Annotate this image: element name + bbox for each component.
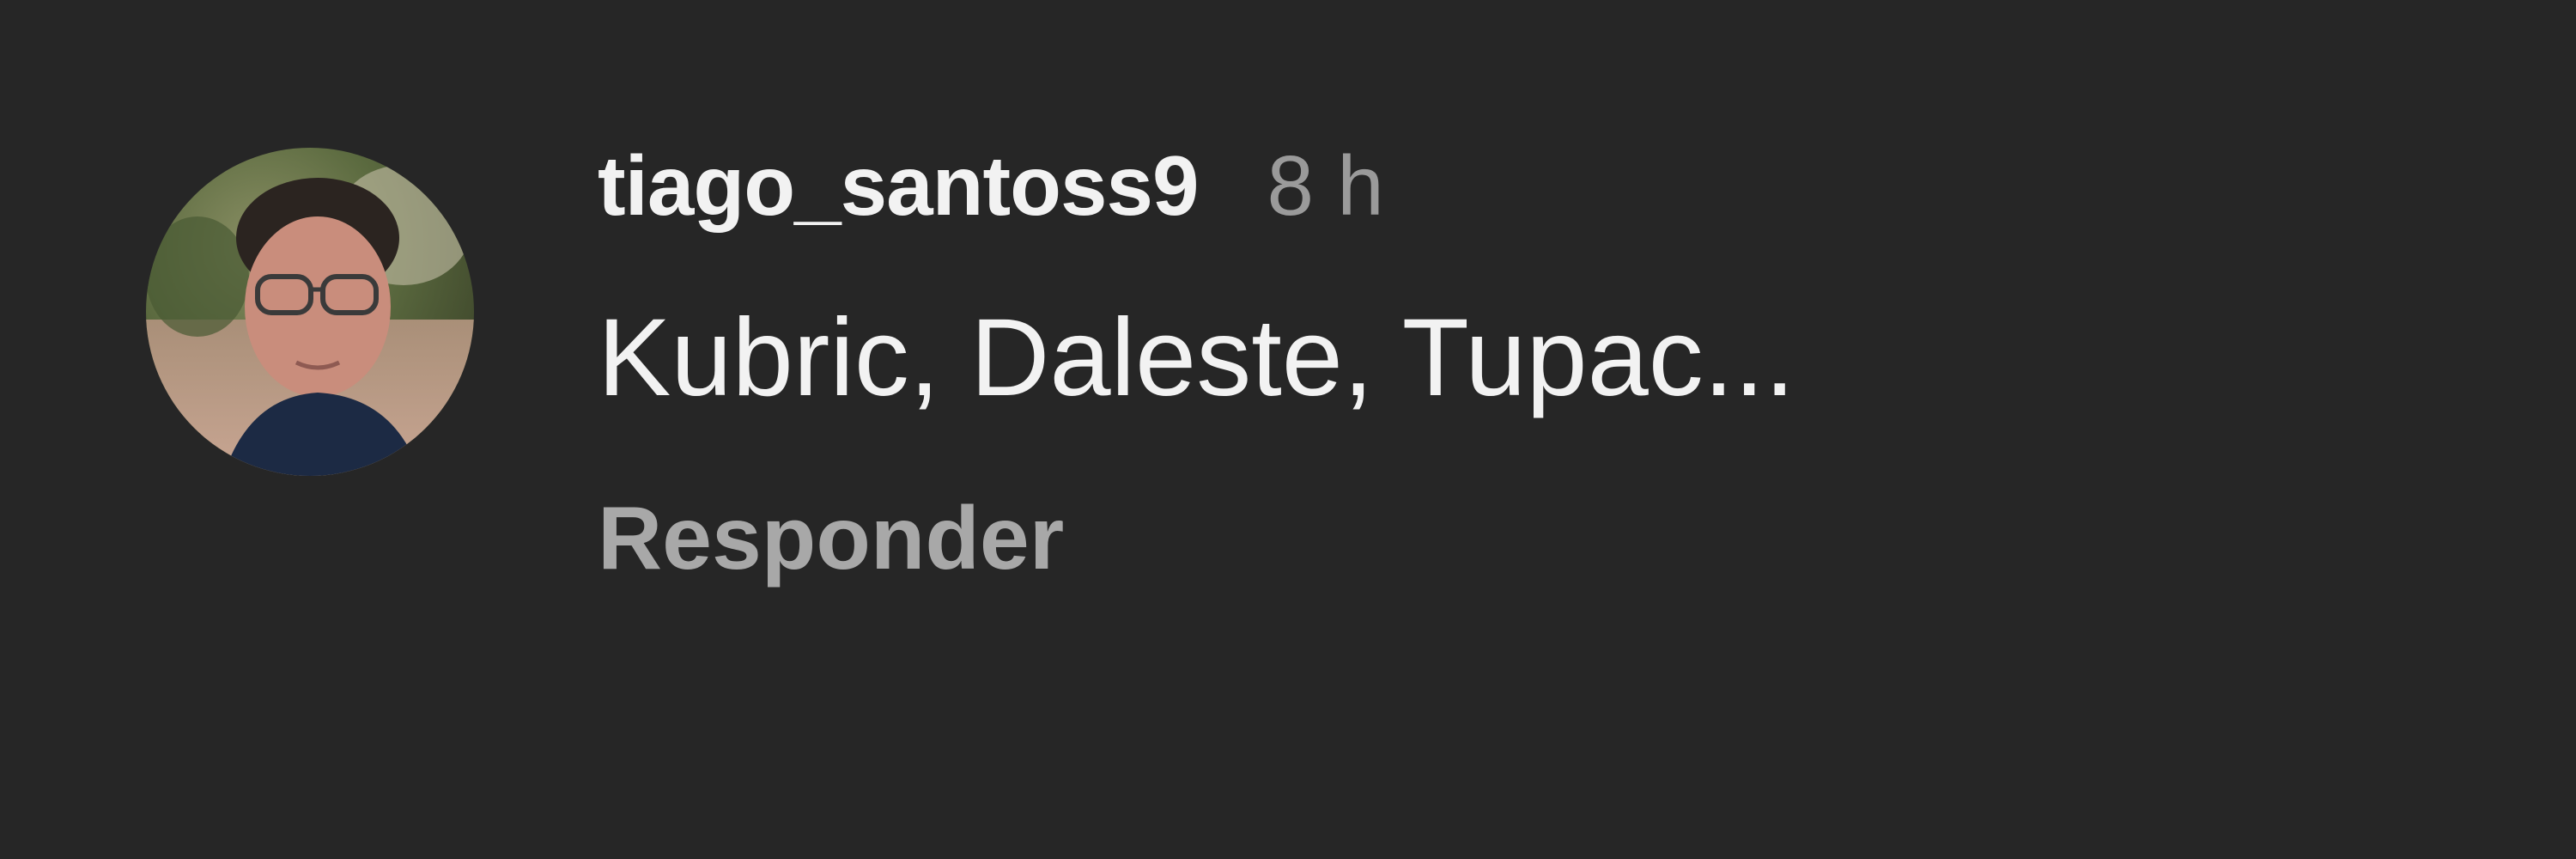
username-link[interactable]: tiago_santoss9 [598, 137, 1199, 235]
avatar-photo [146, 148, 474, 476]
comment-header: tiago_santoss9 8 h [598, 137, 2487, 259]
reply-button[interactable]: Responder [598, 488, 1064, 590]
comment-text: Kubric, Daleste, Tupac... [598, 296, 1795, 419]
comment-body: tiago_santoss9 8 h Kubric, Daleste, Tupa… [598, 137, 2487, 590]
avatar[interactable] [146, 148, 474, 476]
comment-row: tiago_santoss9 8 h Kubric, Daleste, Tupa… [0, 0, 2576, 859]
comment-timestamp: 8 h [1267, 138, 1384, 233]
